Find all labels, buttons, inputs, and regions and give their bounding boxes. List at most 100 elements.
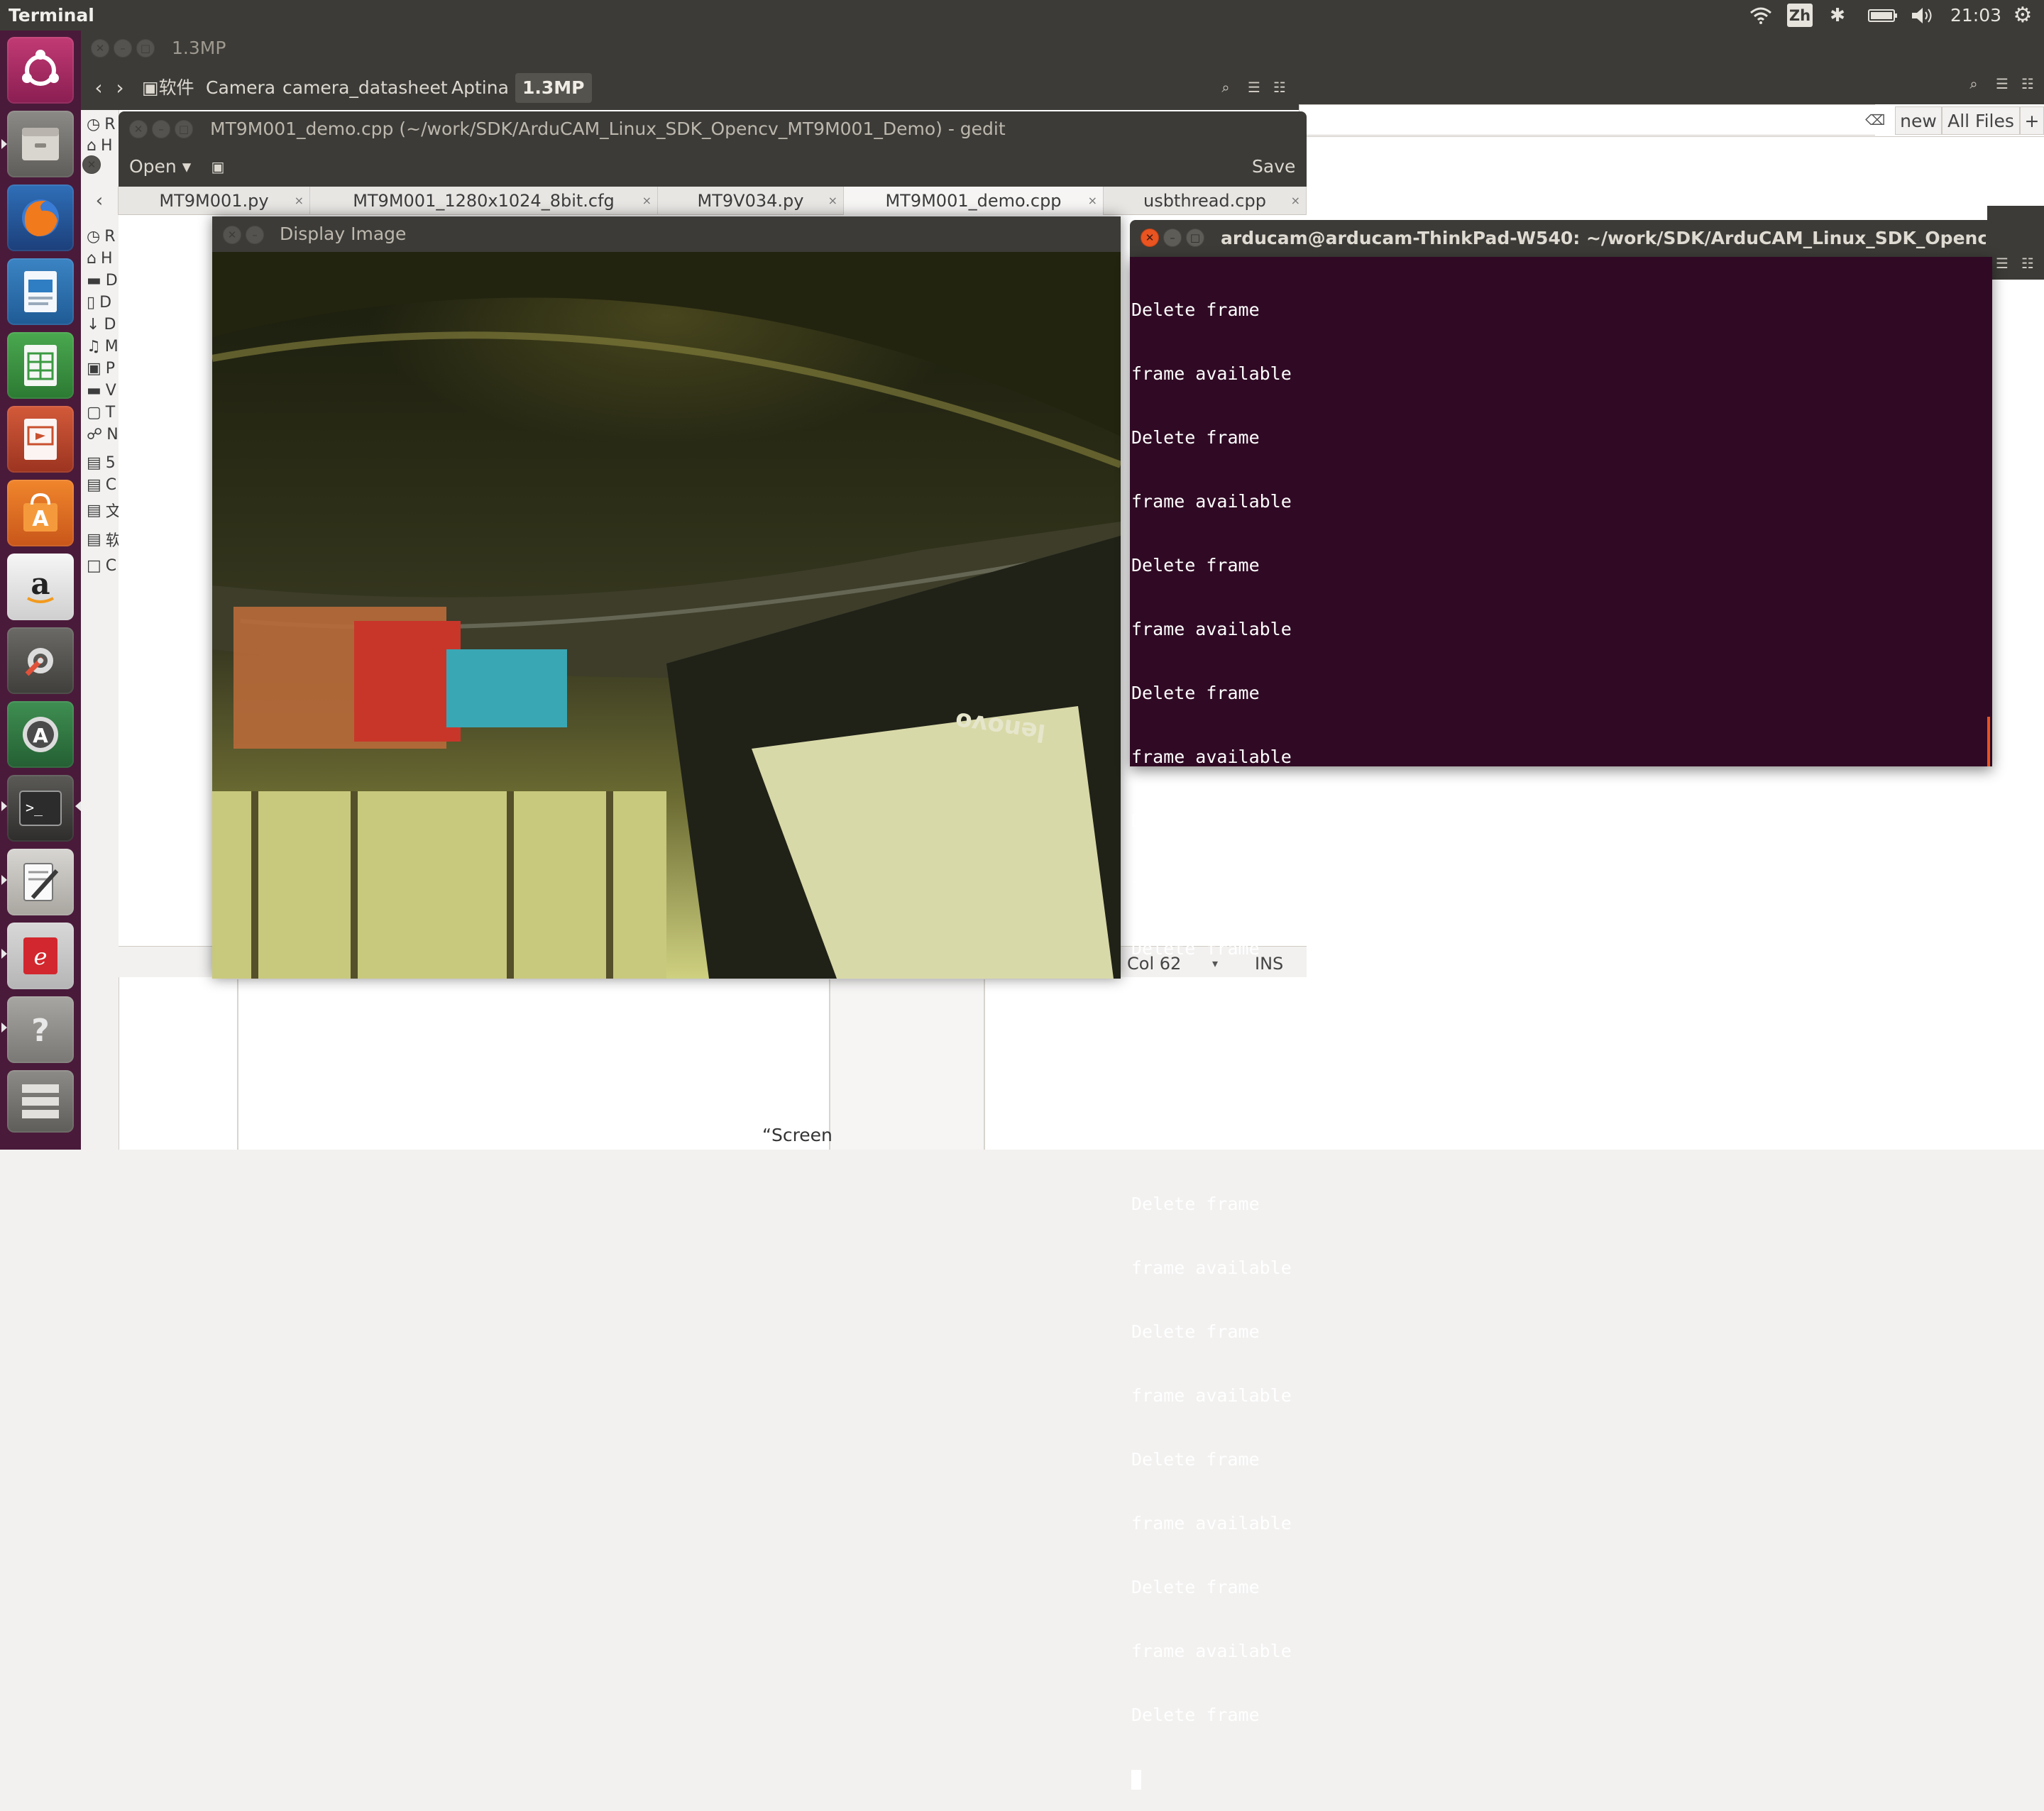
terminal-icon[interactable]: >_ (7, 775, 74, 842)
close-button[interactable]: ✕ (1141, 229, 1159, 247)
sidebar-item[interactable]: ▤ 文 (87, 500, 122, 522)
files-icon[interactable] (7, 111, 74, 177)
sidebar-item[interactable]: ▣ P (87, 358, 122, 379)
list-view-icon[interactable]: ☰ (1243, 77, 1265, 98)
maximize-button[interactable]: □ (1186, 229, 1204, 247)
workspaces-icon[interactable] (7, 1070, 74, 1133)
add-button[interactable]: + (2020, 106, 2044, 135)
minimize-button[interactable]: – (246, 226, 264, 244)
sidebar-item[interactable]: ⌂ H (87, 135, 122, 156)
close-button[interactable]: ✕ (91, 39, 109, 57)
calc-icon[interactable] (7, 332, 74, 399)
impress-icon[interactable] (7, 406, 74, 473)
recent-icon: ◷ (87, 227, 101, 246)
open-button[interactable]: Open ▾ (123, 150, 197, 183)
sidebar-item[interactable]: ▢ T (87, 402, 122, 423)
sidebar-item[interactable]: ▯ D (87, 292, 122, 313)
software-center-icon[interactable]: A (7, 480, 74, 546)
ubuntu-dash-icon[interactable] (7, 37, 74, 104)
minimize-button[interactable]: – (1163, 229, 1182, 247)
close-button[interactable]: ✕ (82, 155, 101, 174)
close-icon[interactable]: × (828, 187, 837, 215)
close-icon[interactable]: × (1291, 187, 1300, 215)
new-document-icon[interactable]: ▣ (206, 150, 230, 183)
terminal-line: Delete frame (1131, 1194, 1260, 1214)
focused-indicator (75, 801, 81, 811)
battery-icon[interactable] (1867, 0, 1899, 31)
amazon-icon[interactable]: a (7, 554, 74, 620)
close-button[interactable]: ✕ (129, 120, 148, 138)
writer-icon[interactable] (7, 258, 74, 325)
tab-usbthread-cpp[interactable]: usbthread.cpp × (1104, 187, 1307, 215)
resize-grip[interactable] (1987, 717, 1990, 766)
search-icon[interactable]: ⌕ (1963, 73, 1984, 94)
tab-cfg[interactable]: MT9M001_1280x1024_8bit.cfg × (310, 187, 658, 215)
sidebar-item[interactable]: ◷ R (87, 114, 122, 135)
breadcrumb-item[interactable]: Aptina (444, 73, 516, 103)
search-input[interactable] (1299, 104, 1875, 136)
breadcrumb-current[interactable]: 1.3MP (515, 73, 592, 103)
close-icon[interactable]: × (1088, 187, 1097, 215)
close-icon[interactable]: × (295, 187, 304, 215)
search-icon[interactable]: ⌕ (1215, 77, 1236, 98)
clock[interactable]: 21:03 (1950, 0, 2001, 31)
volume-icon[interactable] (1909, 0, 1938, 31)
maximize-button[interactable]: □ (175, 120, 193, 138)
forward-button[interactable]: › (109, 73, 131, 103)
drive-icon: ▤ (87, 475, 101, 494)
sidebar-item[interactable]: ▤ 软 (87, 529, 122, 551)
filter-dropdown[interactable]: All Files (1942, 106, 2020, 135)
new-button[interactable]: new (1895, 106, 1942, 135)
running-indicator (1, 875, 7, 885)
list-view-icon[interactable]: ☰ (1991, 253, 2013, 274)
system-settings-icon[interactable] (7, 627, 74, 694)
sidebar-item[interactable]: □ C (87, 555, 122, 576)
help-icon[interactable]: ? (7, 996, 74, 1063)
sidebar-item[interactable]: ☍ N (87, 424, 122, 445)
tab-mt9v034-py[interactable]: MT9V034.py × (658, 187, 844, 215)
svg-text:A: A (32, 507, 49, 532)
sidebar-item[interactable]: ▤ 5 (87, 452, 122, 473)
camera-frame-image: lenovo (212, 252, 1121, 979)
input-method-indicator[interactable]: Zh (1787, 4, 1813, 27)
clear-icon[interactable]: ⌫ (1865, 108, 1885, 132)
sidebar-item[interactable]: ▤ C (87, 474, 122, 495)
grid-view-icon[interactable]: ☷ (2017, 73, 2038, 94)
breadcrumb-item[interactable]: ▣软件 (135, 73, 202, 103)
firefox-icon[interactable] (7, 185, 74, 251)
sidebar-item[interactable]: ▬ V (87, 380, 122, 401)
text-editor-icon[interactable] (7, 849, 74, 915)
minimize-button[interactable]: – (114, 39, 132, 57)
file-label-fragment[interactable]: “Screen (762, 1123, 833, 1148)
close-button[interactable]: ✕ (223, 226, 241, 244)
breadcrumb-item[interactable]: camera_datasheet (275, 73, 455, 103)
grid-view-icon[interactable]: ☷ (1269, 77, 1290, 98)
file-manager-titlebar (81, 31, 1299, 66)
window-title: MT9M001_demo.cpp (~/work/SDK/ArduCAM_Lin… (210, 119, 1006, 139)
wifi-icon[interactable] (1746, 0, 1776, 31)
camera-icon: ▣ (87, 359, 101, 378)
sidebar-item[interactable]: ⌂ H (87, 248, 122, 269)
maximize-button[interactable]: □ (136, 39, 155, 57)
list-view-icon[interactable]: ☰ (1991, 73, 2013, 94)
svg-text:>_: >_ (26, 799, 43, 816)
bluetooth-icon[interactable]: ✱ (1827, 0, 1848, 31)
sidebar-item[interactable]: ♫ M (87, 336, 122, 357)
breadcrumb-item[interactable]: Camera (199, 73, 282, 103)
top-panel (0, 0, 2044, 31)
tab-mt9m001-py[interactable]: MT9M001.py × (119, 187, 310, 215)
software-updater-icon[interactable]: A (7, 701, 74, 768)
svg-text:A: A (33, 724, 48, 747)
pdf-reader-icon[interactable]: e (7, 923, 74, 989)
back-button[interactable]: ‹ (88, 73, 109, 103)
gear-icon[interactable]: ⚙ (2009, 0, 2037, 31)
save-button[interactable]: Save (1246, 150, 1301, 183)
tabs-scroll-left[interactable]: ‹ (81, 187, 119, 215)
sidebar-item[interactable]: ▬ D (87, 270, 122, 291)
sidebar-item[interactable]: ↓ D (87, 314, 122, 335)
close-icon[interactable]: × (642, 187, 652, 215)
minimize-button[interactable]: – (152, 120, 170, 138)
tab-mt9m001-demo-cpp[interactable]: MT9M001_demo.cpp × (844, 187, 1104, 215)
grid-view-icon[interactable]: ☷ (2017, 253, 2038, 274)
sidebar-item[interactable]: ◷ R (87, 226, 122, 247)
